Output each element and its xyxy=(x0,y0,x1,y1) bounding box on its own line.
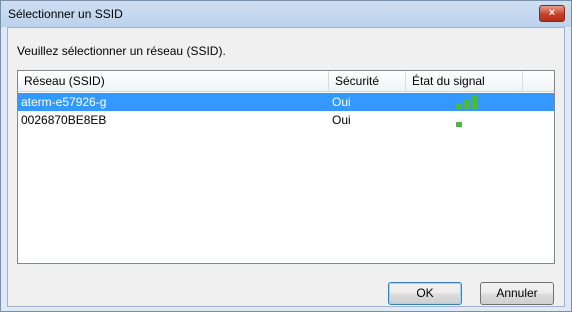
cancel-button[interactable]: Annuler xyxy=(480,282,554,305)
ssid-list[interactable]: Réseau (SSID) Sécurité État du signal at… xyxy=(17,70,555,264)
signal-bar xyxy=(472,95,478,109)
close-button[interactable]: × xyxy=(539,5,565,22)
ssid-dialog: Sélectionner un SSID × Veuillez sélectio… xyxy=(0,0,572,312)
signal-bar xyxy=(456,122,462,127)
column-header-signal[interactable]: État du signal xyxy=(406,71,523,92)
list-header: Réseau (SSID) Sécurité État du signal xyxy=(18,71,554,92)
column-header-ssid[interactable]: Réseau (SSID) xyxy=(18,71,329,92)
close-icon: × xyxy=(548,7,556,19)
ok-button[interactable]: OK xyxy=(388,282,462,305)
signal-strength-icon xyxy=(456,93,496,111)
title-bar[interactable]: Sélectionner un SSID × xyxy=(1,1,571,27)
security-cell: Oui xyxy=(332,113,351,127)
signal-bar xyxy=(464,100,470,109)
dialog-content: Veuillez sélectionner un réseau (SSID). … xyxy=(7,27,565,307)
signal-strength-icon xyxy=(456,111,496,129)
instruction-text: Veuillez sélectionner un réseau (SSID). xyxy=(17,44,226,58)
list-rows: aterm-e57926-g Oui 0026870BE8EB Oui xyxy=(18,93,554,129)
ssid-cell: aterm-e57926-g xyxy=(21,95,107,109)
security-cell: Oui xyxy=(332,95,351,109)
signal-bar xyxy=(456,104,462,109)
dialog-title: Sélectionner un SSID xyxy=(8,7,123,21)
table-row[interactable]: 0026870BE8EB Oui xyxy=(18,111,554,129)
column-header-security[interactable]: Sécurité xyxy=(329,71,406,92)
ssid-cell: 0026870BE8EB xyxy=(21,113,107,127)
table-row[interactable]: aterm-e57926-g Oui xyxy=(18,93,554,111)
